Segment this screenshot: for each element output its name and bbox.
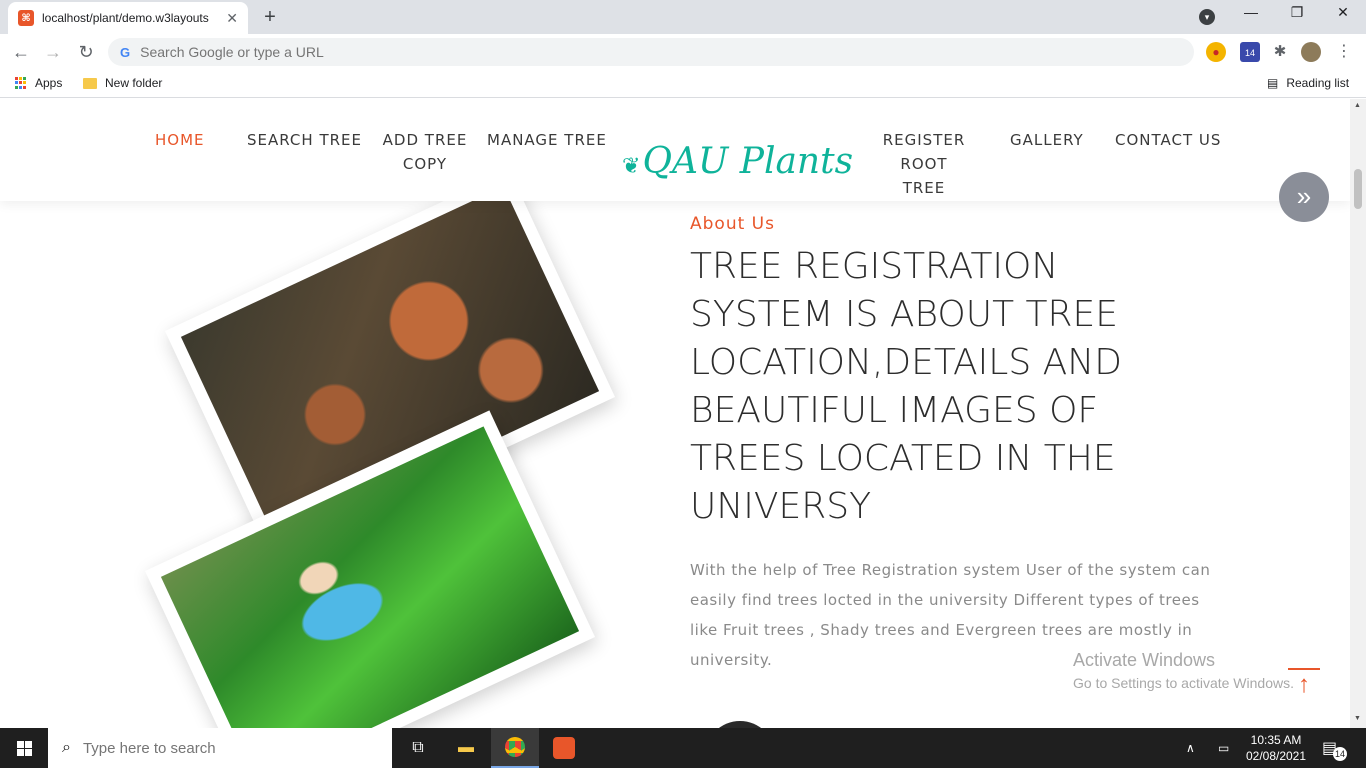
notification-count: 14 (1333, 747, 1347, 761)
close-window-button[interactable]: ✕ (1320, 4, 1366, 21)
menu-search-tree[interactable]: SEARCH TREE (247, 128, 362, 152)
menu-gallery[interactable]: GALLERY (1010, 128, 1084, 152)
about-label: About Us (690, 214, 775, 234)
avatar (705, 721, 775, 728)
scroll-up-icon[interactable]: ▲ (1354, 102, 1361, 109)
chrome-taskbar-icon[interactable] (491, 728, 539, 768)
bookmark-apps[interactable]: Apps (15, 76, 62, 90)
file-explorer-icon[interactable]: ▬ (442, 728, 490, 768)
extension-badge-count: 14 (1244, 48, 1255, 58)
menu-register-root-tree[interactable]: REGISTER ROOT TREE (877, 128, 971, 200)
search-icon: ⌕ (62, 739, 71, 756)
tab-title: localhost/plant/demo.w3layouts (42, 11, 209, 25)
bookmarks-bar: Apps New folder ▤ Reading list (0, 70, 1366, 98)
battery-icon[interactable]: ▭ (1218, 728, 1229, 768)
menu-contact-us[interactable]: CONTACT US (1115, 128, 1221, 152)
about-title: TREE REGISTRATION SYSTEM IS ABOUT TREE L… (690, 246, 1122, 527)
bookmark-new-folder[interactable]: New folder (83, 76, 162, 90)
back-button[interactable]: ← (9, 40, 33, 64)
address-bar[interactable]: G (108, 38, 1194, 66)
address-input[interactable] (140, 44, 1041, 60)
site-header: HOME SEARCH TREE ADD TREE COPY MANAGE TR… (0, 99, 1350, 201)
reading-list-icon: ▤ (1267, 76, 1279, 90)
apps-grid-icon (15, 77, 27, 89)
tab-close-icon[interactable]: ✕ (226, 10, 238, 27)
page-scrollbar[interactable]: ▲ ▼ (1350, 99, 1366, 728)
browser-tab-bar: ⌘ localhost/plant/demo.w3layouts ✕ + ▾ —… (0, 0, 1366, 34)
start-button[interactable] (0, 728, 48, 768)
activate-windows-watermark: Activate Windows Go to Settings to activ… (1073, 650, 1294, 691)
taskbar-clock[interactable]: 10:35 AM 02/08/2021 (1244, 732, 1308, 764)
reading-list-label: Reading list (1286, 76, 1350, 90)
menu-manage-tree[interactable]: MANAGE TREE (487, 128, 607, 152)
site-logo[interactable]: ❦QAU Plants (622, 141, 853, 182)
new-tab-button[interactable]: + (258, 5, 282, 29)
minimize-button[interactable]: — (1228, 4, 1274, 20)
scroll-to-top-icon[interactable]: ↑ (1288, 668, 1320, 702)
google-icon: G (120, 44, 131, 60)
profile-avatar[interactable] (1301, 42, 1321, 62)
woman-garden-image (160, 426, 580, 728)
extension-badge-icon[interactable]: 14 (1240, 42, 1260, 62)
watermark-line1: Activate Windows (1073, 650, 1216, 670)
xampp-taskbar-icon[interactable] (540, 728, 588, 768)
windows-logo-icon (16, 740, 32, 756)
taskbar-search-input[interactable] (82, 739, 363, 757)
scroll-down-icon[interactable]: ▼ (1354, 715, 1361, 722)
watermark-line2: Go to Settings to activate Windows. (1073, 675, 1294, 691)
reload-button[interactable]: ↻ (74, 40, 98, 64)
double-chevron-right-icon[interactable]: » (1279, 172, 1329, 222)
windows-taskbar: ⌕ ⧉ ▬ ∧ ▭ 10:35 AM 02/08/2021 ▤ 14 (0, 728, 1366, 768)
extensions-puzzle-icon[interactable]: ✱ (1270, 42, 1290, 62)
taskbar-search[interactable]: ⌕ (48, 728, 392, 768)
restore-button[interactable]: ❐ (1274, 4, 1320, 21)
folder-icon (83, 77, 97, 89)
bookmark-folder-label: New folder (105, 76, 163, 90)
tray-chevron-icon[interactable]: ∧ (1186, 728, 1195, 768)
chrome-menu-icon[interactable]: ⋮ (1334, 42, 1354, 62)
forward-button[interactable]: → (41, 40, 65, 64)
extension-chrome-icon[interactable]: ● (1206, 42, 1226, 62)
xampp-favicon-icon: ⌘ (18, 10, 34, 26)
clock-date: 02/08/2021 (1245, 749, 1307, 763)
menu-home[interactable]: HOME (155, 128, 205, 152)
leaf-icon: ❦ (622, 154, 641, 179)
page-viewport: HOME SEARCH TREE ADD TREE COPY MANAGE TR… (0, 99, 1350, 728)
profile-menu-icon[interactable]: ▾ (1199, 9, 1215, 25)
logo-text: QAU Plants (642, 141, 854, 182)
clock-time: 10:35 AM (1250, 733, 1302, 747)
menu-add-tree-copy[interactable]: ADD TREE COPY (381, 128, 469, 176)
browser-tab[interactable]: ⌘ localhost/plant/demo.w3layouts ✕ (8, 2, 248, 34)
scrollbar-thumb[interactable] (1354, 169, 1362, 209)
reading-list-button[interactable]: ▤ Reading list (1267, 76, 1349, 90)
browser-toolbar: ← → ↻ G ● 14 ✱ ⋮ (0, 34, 1366, 70)
task-view-icon[interactable]: ⧉ (394, 728, 442, 768)
bookmark-apps-label: Apps (35, 76, 63, 90)
